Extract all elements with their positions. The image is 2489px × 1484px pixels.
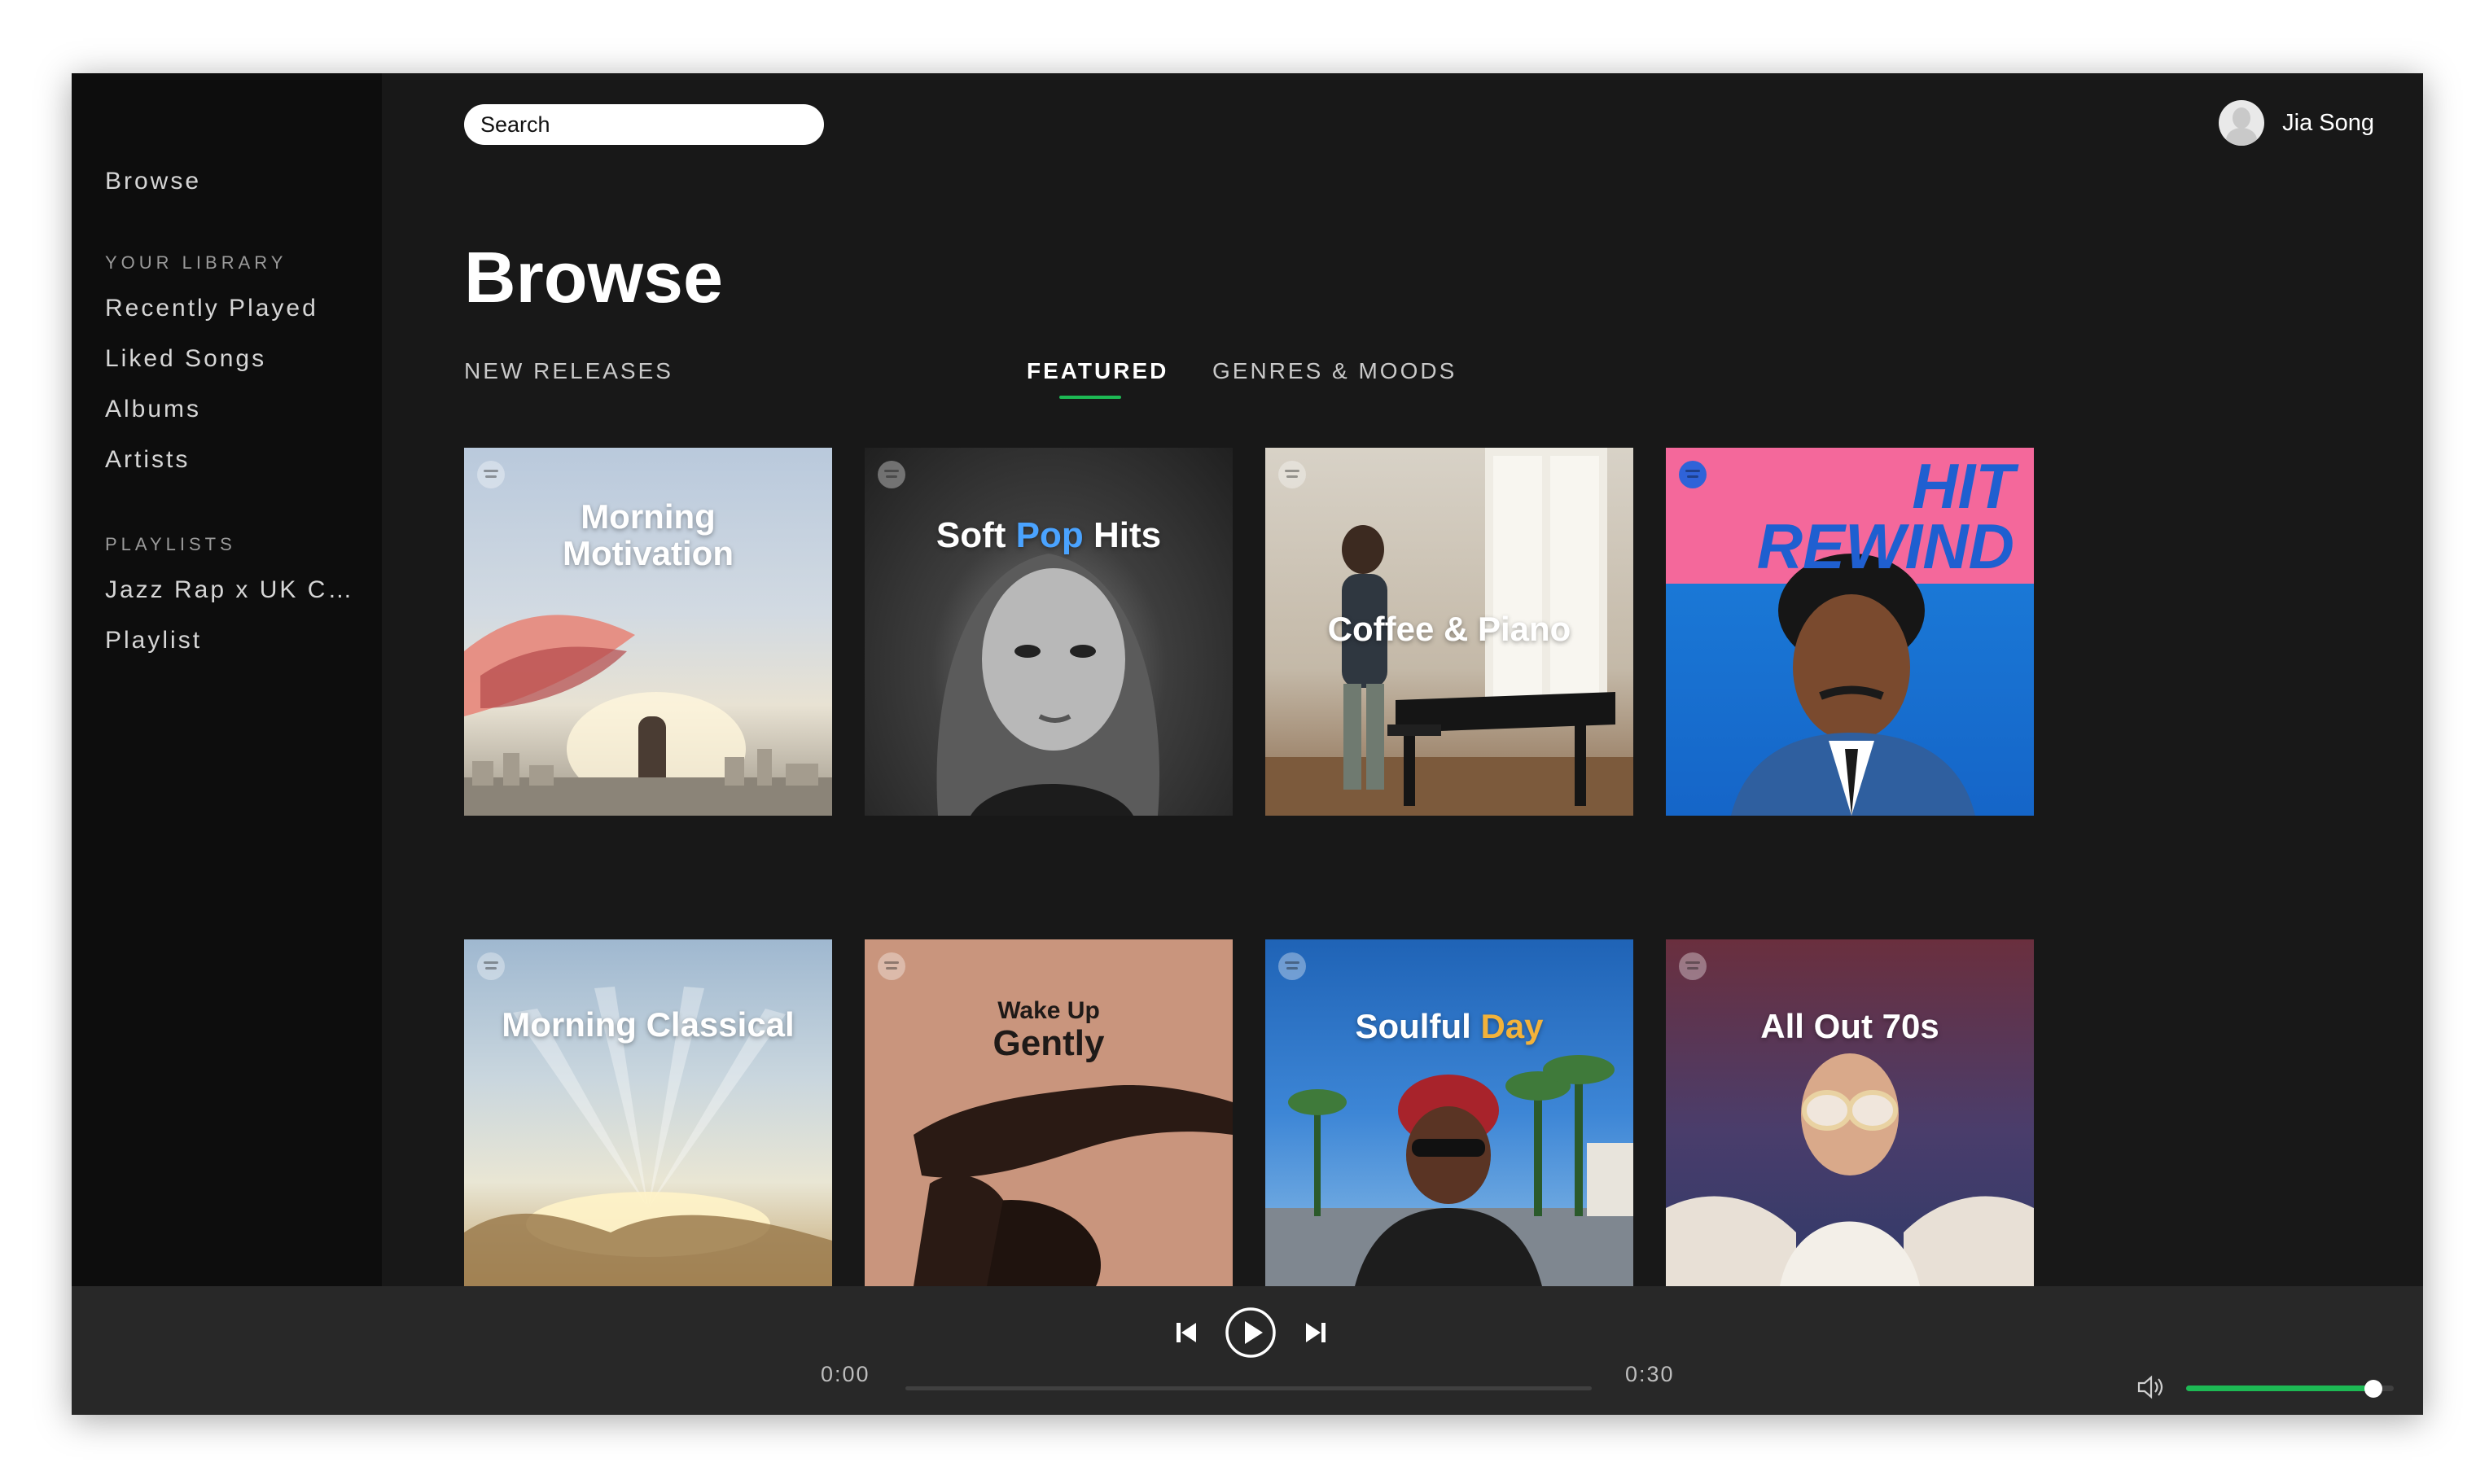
main-content: Jia Song Browse NEW RELEASES FEATURED GE… [382,73,2423,1286]
skip-back-icon [1177,1323,1196,1342]
card-title: Soulful Day [1355,1007,1544,1045]
sidebar-item-albums[interactable]: Albums [105,396,201,423]
playlist-card-soft-pop-hits[interactable]: Soft Pop Hits [865,448,1233,816]
spotify-logo-icon [878,461,905,488]
total-duration: 0:30 [1625,1362,1675,1386]
card-artwork [1666,1053,2034,1286]
playlist-card-soulful-day[interactable]: Soulful Day [1265,939,1633,1286]
page-title: Browse [464,237,723,317]
playlists-section-header: PLAYLISTS [105,534,236,554]
card-title: Coffee & Piano [1327,610,1571,648]
sidebar-item-artists[interactable]: Artists [105,446,190,474]
playlist-card-wake-up-gently[interactable]: Wake Up Gently [865,939,1233,1286]
spotify-logo-icon [477,952,505,980]
volume-icon [2137,1375,2163,1399]
skip-forward-icon [1306,1323,1326,1342]
sidebar-playlist-jazz-rap[interactable]: Jazz Rap x UK Chill Hop [105,576,357,604]
playlist-card-morning-motivation[interactable]: Morning Motivation [464,448,832,816]
volume-slider[interactable] [2186,1380,2394,1398]
playlist-card-hit-rewind[interactable]: HIT REWIND [1666,448,2034,816]
card-artwork [1265,1055,1633,1286]
spotify-logo-icon [477,461,505,488]
next-track-button[interactable] [1304,1320,1328,1345]
card-artwork [914,1085,1233,1286]
volume-level [2186,1386,2373,1391]
sidebar-item-liked-songs[interactable]: Liked Songs [105,345,266,373]
spotify-logo-icon [1679,952,1707,980]
tab-featured[interactable]: FEATURED [1027,358,1168,384]
play-button[interactable] [1225,1307,1277,1359]
library-section-header: YOUR LIBRARY [105,252,287,273]
tab-genres-moods[interactable]: GENRES & MOODS [1212,358,1457,384]
volume-handle[interactable] [2364,1380,2382,1398]
user-menu[interactable]: Jia Song [2219,99,2374,147]
card-title: Wake Up Gently [993,997,1105,1064]
sidebar-playlist-playlist[interactable]: Playlist [105,627,202,654]
card-title: Morning Classical [502,1005,795,1044]
playlist-card-morning-classical[interactable]: Morning Classical [464,939,832,1286]
user-name: Jia Song [2282,109,2374,136]
sidebar-item-browse[interactable]: Browse [105,168,201,195]
app-window: Browse YOUR LIBRARY Recently Played Like… [72,73,2423,1415]
active-tab-indicator [1059,396,1121,399]
play-icon [1225,1307,1276,1358]
avatar[interactable] [2219,100,2265,146]
sidebar: Browse YOUR LIBRARY Recently Played Like… [72,73,382,1286]
previous-track-button[interactable] [1174,1320,1198,1345]
sidebar-item-recently-played[interactable]: Recently Played [105,295,318,322]
card-artwork [936,554,1159,816]
card-title: Morning Motivation [563,497,734,573]
playlist-card-all-out-70s[interactable]: All Out 70s [1666,939,2034,1286]
spotify-logo-icon [1278,952,1306,980]
playlist-card-coffee-piano[interactable]: Coffee & Piano [1265,448,1633,816]
card-title: All Out 70s [1760,1007,1939,1045]
card-title: HIT REWIND [1756,450,2014,583]
elapsed-time: 0:00 [821,1362,870,1386]
search-input[interactable] [464,104,824,145]
volume-button[interactable] [2136,1373,2166,1401]
spotify-logo-icon [1278,461,1306,488]
progress-bar[interactable] [905,1386,1592,1390]
tab-new-releases[interactable]: NEW RELEASES [464,358,673,384]
card-artwork [464,987,832,1286]
spotify-logo-icon [878,952,905,980]
card-title: Soft Pop Hits [936,515,1162,555]
